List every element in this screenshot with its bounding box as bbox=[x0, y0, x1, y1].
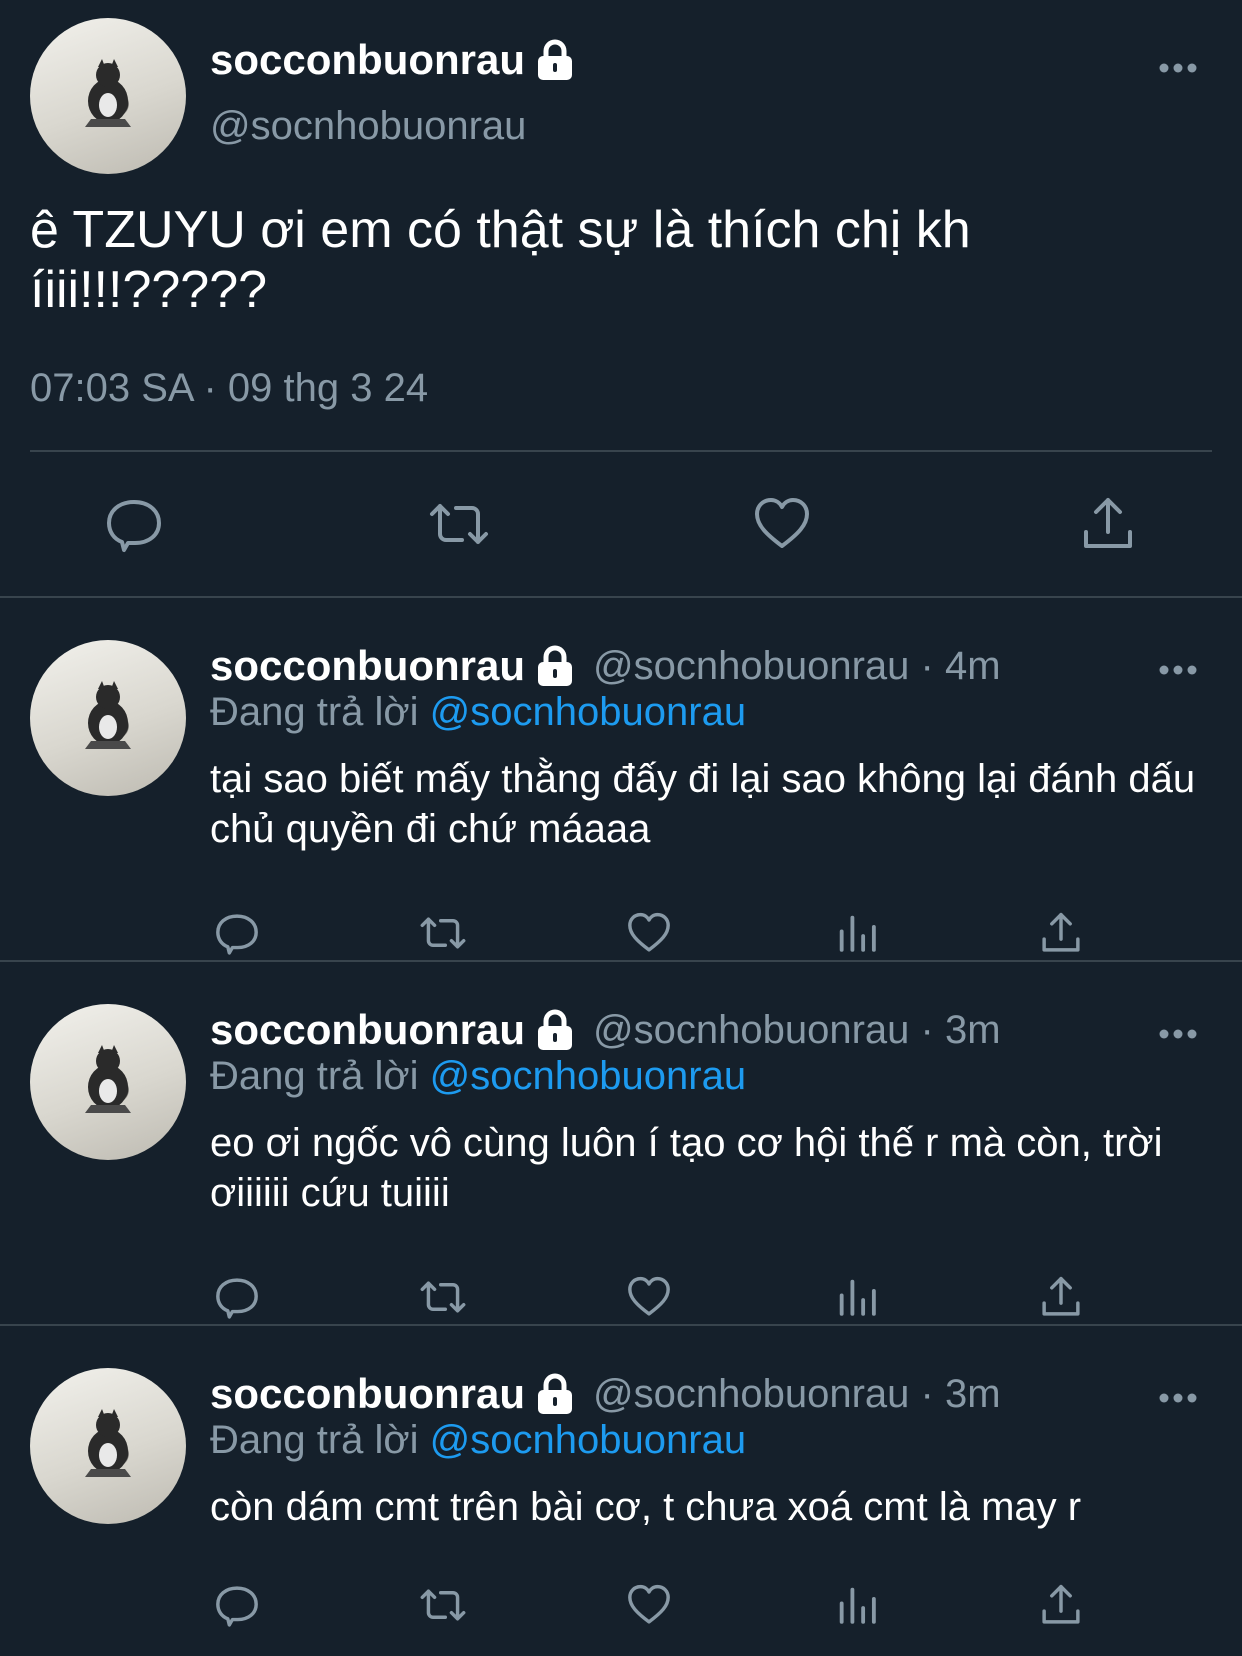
like-icon[interactable] bbox=[626, 1274, 672, 1320]
display-name[interactable]: socconbuonrau bbox=[210, 36, 525, 84]
display-name[interactable]: socconbuonrau bbox=[210, 1006, 525, 1054]
avatar[interactable] bbox=[30, 640, 186, 796]
display-name[interactable]: socconbuonrau bbox=[210, 1370, 525, 1418]
tweet-text: ê TZUYU ơi em có thật sự là thích chị kh… bbox=[30, 200, 971, 320]
main-tweet: socconbuonrau @socnhobuonrau ê TZUYU ơi … bbox=[0, 0, 1242, 596]
handle-and-time[interactable]: @socnhobuonrau · 4m bbox=[593, 644, 1001, 689]
replying-to: Đang trả lời @socnhobuonrau bbox=[210, 690, 746, 735]
more-options-icon[interactable] bbox=[1158, 1392, 1198, 1404]
reply-icon[interactable] bbox=[214, 1582, 260, 1628]
cat-photo bbox=[85, 681, 131, 750]
replying-label: Đang trả lời bbox=[210, 1418, 419, 1462]
tweet-text: eo ơi ngốc vô cùng luôn í tạo cơ hội thế… bbox=[210, 1121, 1163, 1215]
share-icon[interactable] bbox=[1038, 910, 1084, 956]
replying-to: Đang trả lời @socnhobuonrau bbox=[210, 1418, 746, 1463]
retweet-icon[interactable] bbox=[416, 1582, 470, 1628]
analytics-icon[interactable] bbox=[834, 1582, 880, 1628]
more-options-icon[interactable] bbox=[1158, 62, 1198, 74]
retweet-icon[interactable] bbox=[424, 494, 494, 554]
divider bbox=[30, 450, 1212, 452]
more-options-icon[interactable] bbox=[1158, 664, 1198, 676]
cat-photo bbox=[85, 1409, 131, 1478]
replying-to: Đang trả lời @socnhobuonrau bbox=[210, 1054, 746, 1099]
tweet-text-line: ê TZUYU ơi em có thật sự là thích chị kh bbox=[30, 201, 971, 259]
mention-link[interactable]: @socnhobuonrau bbox=[430, 1054, 746, 1098]
handle-and-time[interactable]: @socnhobuonrau · 3m bbox=[593, 1372, 1001, 1417]
reply-tweet[interactable]: socconbuonrau @socnhobuonrau · 3m Đang t… bbox=[0, 1324, 1242, 1652]
reply-tweet[interactable]: socconbuonrau @socnhobuonrau · 4m Đang t… bbox=[0, 596, 1242, 960]
timestamp[interactable]: 07:03 SA · 09 thg 3 24 bbox=[30, 366, 428, 411]
avatar[interactable] bbox=[30, 18, 186, 174]
mention-link[interactable]: @socnhobuonrau bbox=[430, 1418, 746, 1462]
analytics-icon[interactable] bbox=[834, 910, 880, 956]
retweet-icon[interactable] bbox=[416, 910, 470, 956]
reply-icon[interactable] bbox=[214, 910, 260, 956]
lock-icon bbox=[538, 1009, 573, 1050]
display-name[interactable]: socconbuonrau bbox=[210, 642, 525, 690]
reply-icon[interactable] bbox=[104, 494, 164, 554]
lock-icon bbox=[538, 1373, 573, 1414]
share-icon[interactable] bbox=[1078, 494, 1138, 554]
handle[interactable]: @socnhobuonrau bbox=[210, 104, 526, 149]
lock-icon bbox=[538, 39, 573, 80]
cat-photo bbox=[85, 1045, 131, 1114]
reply-icon[interactable] bbox=[214, 1274, 260, 1320]
tweet-text: tại sao biết mấy thằng đấy đi lại sao kh… bbox=[210, 757, 1196, 851]
analytics-icon[interactable] bbox=[834, 1274, 880, 1320]
mention-link[interactable]: @socnhobuonrau bbox=[430, 690, 746, 734]
more-options-icon[interactable] bbox=[1158, 1028, 1198, 1040]
avatar[interactable] bbox=[30, 1368, 186, 1524]
replying-label: Đang trả lời bbox=[210, 1054, 419, 1098]
like-icon[interactable] bbox=[752, 494, 812, 554]
cat-photo bbox=[85, 59, 131, 128]
avatar[interactable] bbox=[30, 1004, 186, 1160]
tweet-text-line: íiii!!!????? bbox=[30, 261, 268, 319]
replying-label: Đang trả lời bbox=[210, 690, 419, 734]
reply-tweet[interactable]: socconbuonrau @socnhobuonrau · 3m Đang t… bbox=[0, 960, 1242, 1324]
retweet-icon[interactable] bbox=[416, 1274, 470, 1320]
share-icon[interactable] bbox=[1038, 1274, 1084, 1320]
like-icon[interactable] bbox=[626, 910, 672, 956]
share-icon[interactable] bbox=[1038, 1582, 1084, 1628]
like-icon[interactable] bbox=[626, 1582, 672, 1628]
handle-and-time[interactable]: @socnhobuonrau · 3m bbox=[593, 1008, 1001, 1053]
tweet-text: còn dám cmt trên bài cơ, t chưa xoá cmt … bbox=[210, 1485, 1082, 1529]
lock-icon bbox=[538, 645, 573, 686]
